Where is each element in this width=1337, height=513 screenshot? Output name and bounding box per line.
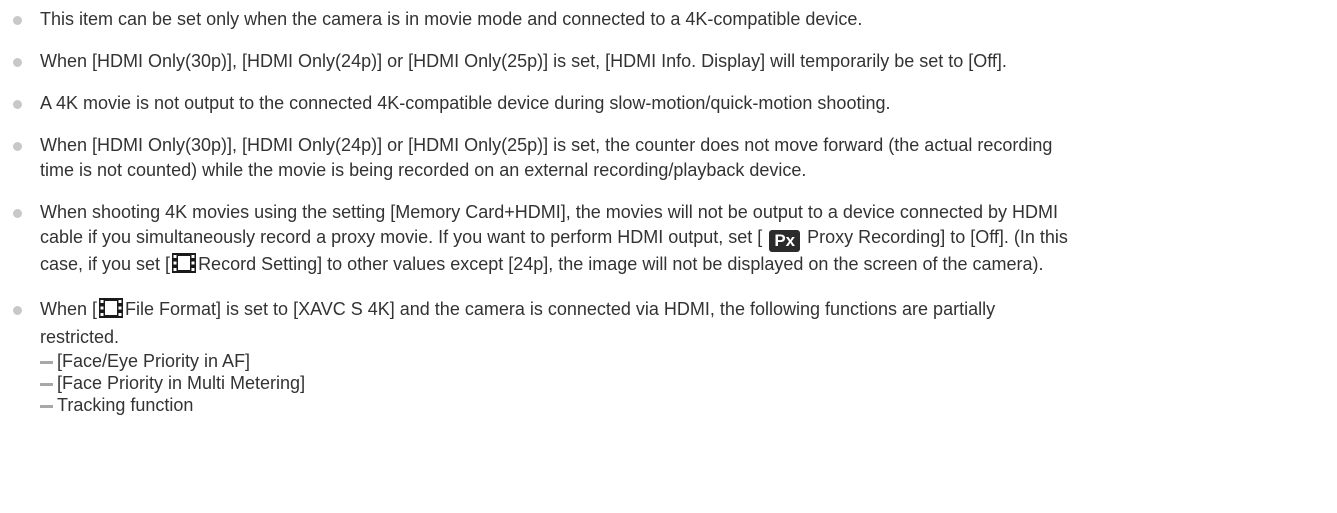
note-item: When [HDMI Only(30p)], [HDMI Only(24p)] … <box>0 49 1337 74</box>
note-text-line: time is not counted) while the movie is … <box>40 160 807 180</box>
note-item: This item can be set only when the camer… <box>0 7 1337 32</box>
note-text: A 4K movie is not output to the connecte… <box>40 93 891 113</box>
sub-item-text: Tracking function <box>57 395 194 415</box>
note-item: When [HDMI Only(30p)], [HDMI Only(24p)] … <box>0 133 1337 183</box>
sub-list-item: Tracking function <box>40 394 1337 416</box>
note-text-line: Proxy Recording] to [Off]. (In this <box>807 227 1068 247</box>
movie-film-icon <box>99 298 124 325</box>
note-text: When [HDMI Only(30p)], [HDMI Only(24p)] … <box>40 51 1007 71</box>
proxy-recording-px-icon: Px <box>769 230 801 252</box>
dash-icon <box>40 405 53 408</box>
note-text-line: cable if you simultaneously record a pro… <box>40 227 763 247</box>
dash-icon <box>40 361 53 364</box>
bullet-icon <box>13 100 22 109</box>
dash-icon <box>40 383 53 386</box>
bullet-icon <box>13 58 22 67</box>
bullet-icon <box>13 306 22 315</box>
note-text-line: case, if you set [ <box>40 254 171 274</box>
note-item: A 4K movie is not output to the connecte… <box>0 91 1337 116</box>
note-item: When shooting 4K movies using the settin… <box>0 200 1337 280</box>
note-text-line: restricted. <box>40 327 120 347</box>
note-text-line: When shooting 4K movies using the settin… <box>40 202 1058 222</box>
sub-item-text: [Face Priority in Multi Metering] <box>57 373 306 393</box>
sub-item-text: [Face/Eye Priority in AF] <box>57 351 251 371</box>
movie-film-icon <box>172 253 197 280</box>
bullet-icon <box>13 209 22 218</box>
note-text-line: When [HDMI Only(30p)], [HDMI Only(24p)] … <box>40 135 1053 155</box>
note-text-line: File Format] is set to [XAVC S 4K] and t… <box>125 299 996 319</box>
note-item: When [ File Format] is set to [XAVC S 4K]… <box>0 297 1337 416</box>
bullet-icon <box>13 142 22 151</box>
notes-list: This item can be set only when the camer… <box>0 7 1337 416</box>
note-text: This item can be set only when the camer… <box>40 9 863 29</box>
note-text-line: Record Setting] to other values except [… <box>198 254 1044 274</box>
restricted-functions-list: [Face/Eye Priority in AF] [Face Priority… <box>40 350 1337 416</box>
note-text-line: When [ <box>40 299 98 319</box>
sub-list-item: [Face Priority in Multi Metering] <box>40 372 1337 394</box>
bullet-icon <box>13 16 22 25</box>
sub-list-item: [Face/Eye Priority in AF] <box>40 350 1337 372</box>
